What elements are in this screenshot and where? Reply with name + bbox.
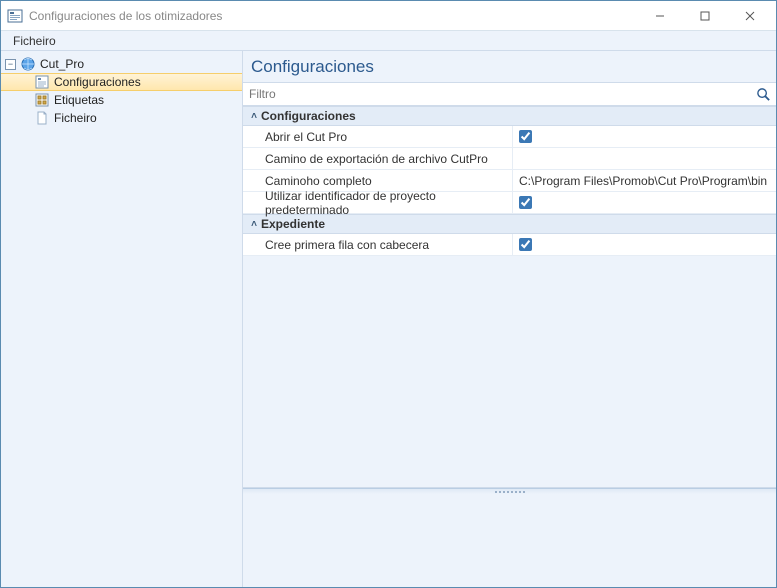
close-button[interactable] (727, 2, 772, 30)
prop-abrir-cutpro[interactable]: Abrir el Cut Pro (243, 126, 776, 148)
tree-root-label: Cut_Pro (40, 57, 84, 71)
category-expediente[interactable]: ˄ Expediente (243, 214, 776, 234)
settings-page-icon (34, 74, 50, 90)
checkbox-identificador[interactable] (519, 196, 532, 209)
splitter-handle[interactable] (243, 488, 776, 494)
tree-item-label: Ficheiro (54, 111, 97, 125)
tree-panel: − Cut_Pro Configuraciones Etiquetas (1, 51, 243, 587)
property-grid: ˄ Configuraciones Abrir el Cut Pro Camin… (243, 106, 776, 487)
tree-expander-icon[interactable]: − (5, 59, 16, 70)
minimize-button[interactable] (637, 2, 682, 30)
tree-root-cutpro[interactable]: − Cut_Pro (1, 55, 242, 73)
prop-value[interactable] (513, 234, 776, 255)
tree-item-configuraciones[interactable]: Configuraciones (1, 73, 242, 91)
chevron-up-icon: ˄ (247, 219, 261, 230)
tree-item-label: Etiquetas (54, 93, 104, 107)
prop-value[interactable] (513, 192, 776, 213)
filter-row (243, 83, 776, 106)
main-area: − Cut_Pro Configuraciones Etiquetas (1, 51, 776, 587)
category-label: Configuraciones (261, 109, 356, 123)
menu-file[interactable]: Ficheiro (5, 32, 64, 50)
panel-title: Configuraciones (243, 51, 776, 83)
tree-item-etiquetas[interactable]: Etiquetas (1, 91, 242, 109)
prop-label: Utilizar identificador de proyecto prede… (243, 192, 513, 213)
prop-value[interactable]: C:\Program Files\Promob\Cut Pro\Program\… (513, 170, 776, 191)
category-label: Expediente (261, 217, 325, 231)
prop-identificador-proyecto[interactable]: Utilizar identificador de proyecto prede… (243, 192, 776, 214)
chevron-up-icon: ˄ (247, 111, 261, 122)
prop-label: Camino de exportación de archivo CutPro (243, 148, 513, 169)
app-icon (7, 8, 23, 24)
tree-item-label: Configuraciones (54, 75, 141, 89)
window-title: Configuraciones de los otimizadores (29, 9, 637, 23)
file-icon (34, 110, 50, 126)
filter-input[interactable] (243, 83, 776, 105)
checkbox-cabecera[interactable] (519, 238, 532, 251)
titlebar: Configuraciones de los otimizadores (1, 1, 776, 31)
window-controls (637, 2, 772, 30)
globe-icon (20, 56, 36, 72)
labels-icon (34, 92, 50, 108)
category-configuraciones[interactable]: ˄ Configuraciones (243, 106, 776, 126)
search-icon[interactable] (754, 85, 772, 103)
tree-item-ficheiro[interactable]: Ficheiro (1, 109, 242, 127)
description-pane (243, 487, 776, 587)
details-panel: Configuraciones ˄ Configuraciones Abrir … (243, 51, 776, 587)
menubar: Ficheiro (1, 31, 776, 51)
prop-value[interactable] (513, 126, 776, 147)
prop-value[interactable] (513, 148, 776, 169)
maximize-button[interactable] (682, 2, 727, 30)
prop-camino-exportacion[interactable]: Camino de exportación de archivo CutPro (243, 148, 776, 170)
checkbox-abrir-cutpro[interactable] (519, 130, 532, 143)
prop-cabecera[interactable]: Cree primera fila con cabecera (243, 234, 776, 256)
prop-label: Cree primera fila con cabecera (243, 234, 513, 255)
prop-label: Abrir el Cut Pro (243, 126, 513, 147)
